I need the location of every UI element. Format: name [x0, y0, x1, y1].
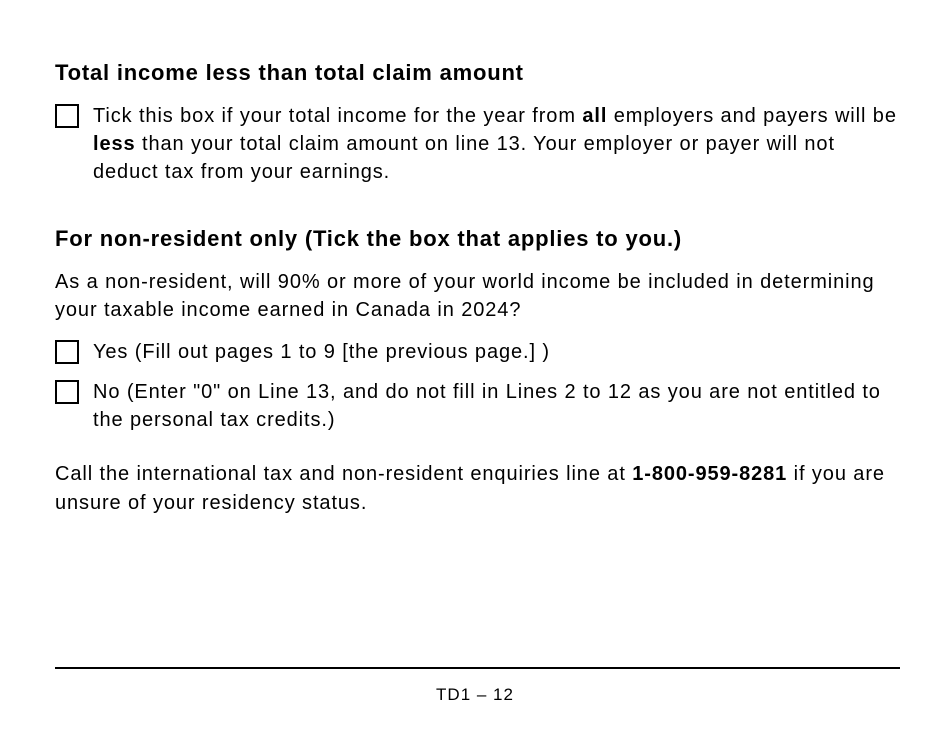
option-no-text: No (Enter "0" on Line 13, and do not fil…: [93, 378, 900, 434]
s1-text-mid: employers and payers will be: [607, 105, 897, 127]
page-number: TD1 – 12: [0, 685, 950, 705]
call-pre: Call the international tax and non-resid…: [55, 463, 632, 485]
s1-text-post: than your total claim amount on line 13.…: [93, 133, 835, 183]
s1-text-all: all: [582, 105, 607, 127]
section1-checkbox-text: Tick this box if your total income for t…: [93, 102, 900, 186]
footer-divider: [55, 667, 900, 669]
total-income-checkbox[interactable]: [55, 104, 79, 128]
option-yes-row: Yes (Fill out pages 1 to 9 [the previous…: [55, 338, 900, 366]
option-no-row: No (Enter "0" on Line 13, and do not fil…: [55, 378, 900, 434]
section2-heading: For non-resident only (Tick the box that…: [55, 226, 900, 252]
section1-checkbox-row: Tick this box if your total income for t…: [55, 102, 900, 186]
call-phone: 1-800-959-8281: [632, 463, 787, 485]
s1-text-less: less: [93, 133, 136, 155]
call-info: Call the international tax and non-resid…: [55, 460, 900, 518]
section2: For non-resident only (Tick the box that…: [55, 226, 900, 518]
option-yes-text: Yes (Fill out pages 1 to 9 [the previous…: [93, 338, 550, 366]
section1-heading: Total income less than total claim amoun…: [55, 60, 900, 86]
non-resident-yes-checkbox[interactable]: [55, 340, 79, 364]
section2-intro: As a non-resident, will 90% or more of y…: [55, 268, 900, 324]
non-resident-no-checkbox[interactable]: [55, 380, 79, 404]
s1-text-pre-all: Tick this box if your total income for t…: [93, 105, 582, 127]
page-footer: TD1 – 12: [0, 667, 950, 705]
